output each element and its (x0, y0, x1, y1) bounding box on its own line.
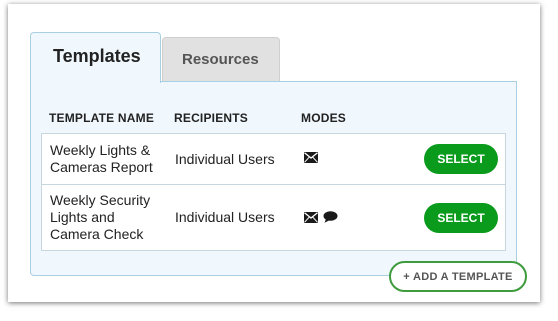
add-template-button[interactable]: + ADD A TEMPLATE (389, 261, 527, 292)
tab-templates[interactable]: Templates (30, 32, 161, 83)
column-header-modes: MODES (301, 111, 347, 125)
template-name-line: Weekly Lights & (50, 142, 151, 158)
template-name: Weekly Lights & Cameras Report (50, 142, 153, 176)
table-row: Weekly Lights & Cameras Report Individua… (42, 134, 505, 185)
table-row: Weekly Security Lights and Camera Check … (42, 185, 505, 250)
templates-table: Weekly Lights & Cameras Report Individua… (41, 133, 506, 251)
recipients-value: Individual Users (175, 209, 275, 225)
template-name-line: Weekly Security (50, 192, 151, 208)
modes-cell (304, 211, 338, 223)
chat-bubble-icon (323, 211, 338, 223)
select-button[interactable]: SELECT (424, 144, 498, 174)
modes-cell (304, 152, 318, 163)
template-name-line: Cameras Report (50, 159, 153, 175)
select-button[interactable]: SELECT (424, 203, 498, 233)
column-header-template-name: TEMPLATE NAME (49, 111, 155, 125)
templates-panel: TEMPLATE NAME RECIPIENTS MODES Weekly Li… (30, 81, 517, 276)
column-header-recipients: RECIPIENTS (174, 111, 249, 125)
tab-resources[interactable]: Resources (162, 37, 280, 81)
envelope-icon (304, 211, 318, 223)
template-name-line: Camera Check (50, 226, 144, 242)
envelope-icon (304, 152, 318, 163)
recipients-value: Individual Users (175, 151, 275, 167)
template-name-line: Lights and (50, 209, 115, 225)
template-name: Weekly Security Lights and Camera Check (50, 192, 150, 243)
